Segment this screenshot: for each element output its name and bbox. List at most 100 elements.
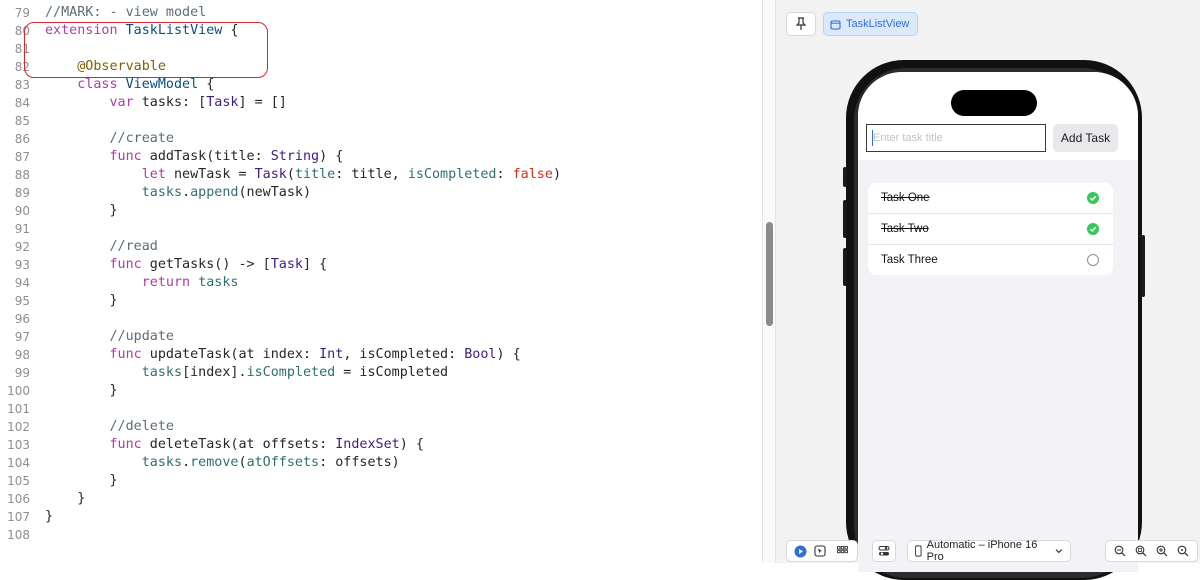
task-row[interactable]: Task Two — [868, 214, 1113, 245]
code-line[interactable]: 98 func updateTask(at index: Int, isComp… — [0, 346, 760, 364]
code-line[interactable]: 88 let newTask = Task(title: title, isCo… — [0, 166, 760, 184]
code-text: func deleteTask(at offsets: IndexSet) { — [45, 436, 424, 454]
task-row[interactable]: Task One — [868, 183, 1113, 214]
code-token: addTask(title: — [141, 149, 271, 164]
code-line[interactable]: 108 — [0, 526, 760, 544]
code-token: ViewModel — [125, 77, 199, 92]
zoom-actual-size-button[interactable] — [1174, 542, 1192, 560]
zoom-out-button[interactable] — [1111, 542, 1129, 560]
dynamic-island — [951, 90, 1037, 116]
code-line[interactable]: 83 class ViewModel { — [0, 76, 760, 94]
selectable-mode-button[interactable] — [811, 542, 829, 560]
line-number: 107 — [7, 510, 30, 524]
line-number: 97 — [14, 330, 30, 344]
code-line[interactable]: 79 //MARK: - view model — [0, 4, 760, 22]
code-line[interactable]: 100 } — [0, 382, 760, 400]
code-line[interactable]: 102 //delete — [0, 418, 760, 436]
line-number: 106 — [7, 492, 30, 506]
code-line[interactable]: 92 //read — [0, 238, 760, 256]
code-line[interactable]: 103 func deleteTask(at offsets: IndexSet… — [0, 436, 760, 454]
code-line[interactable]: 101 — [0, 400, 760, 418]
code-line[interactable]: 90 } — [0, 202, 760, 220]
task-title: Task Two — [881, 223, 929, 235]
code-line[interactable]: 94 return tasks — [0, 274, 760, 292]
code-line[interactable]: 91 — [0, 220, 760, 238]
code-text: } — [45, 202, 118, 220]
cursor-icon — [814, 545, 826, 557]
code-line[interactable]: 84 var tasks: [Task] = [] — [0, 94, 760, 112]
code-token: deleteTask(at offsets: — [141, 437, 336, 452]
code-token: isCompleted — [246, 365, 336, 380]
code-token: false — [512, 167, 553, 182]
code-line[interactable]: 104 tasks.remove(atOffsets: offsets) — [0, 454, 760, 472]
code-token: isCompleted — [407, 167, 497, 182]
line-number: 90 — [14, 204, 30, 218]
zoom-in-button[interactable] — [1153, 542, 1171, 560]
code-line[interactable]: 85 — [0, 112, 760, 130]
line-number: 93 — [14, 258, 30, 272]
code-token: } — [45, 203, 118, 218]
code-token: . — [182, 185, 191, 200]
code-line[interactable]: 96 — [0, 310, 760, 328]
checkmark-circle-icon[interactable] — [1087, 223, 1099, 235]
code-token: Bool — [464, 347, 497, 362]
code-line[interactable]: 106 } — [0, 490, 760, 508]
zoom-fit-button[interactable] — [1132, 542, 1150, 560]
code-token: //update — [109, 329, 175, 344]
line-number: 102 — [7, 420, 30, 434]
line-number: 94 — [14, 276, 30, 290]
code-token: //create — [109, 131, 175, 146]
code-line[interactable]: 89 tasks.append(newTask) — [0, 184, 760, 202]
zoom-controls — [1105, 540, 1198, 562]
empty-circle-icon[interactable] — [1087, 254, 1099, 266]
task-list: Task One Task Two Task Three — [868, 183, 1113, 275]
line-number: 89 — [14, 186, 30, 200]
code-line[interactable]: 86 //create — [0, 130, 760, 148]
code-editor[interactable]: 79//MARK: - view model 80 extension TaskLi… — [0, 0, 762, 563]
code-token: Task — [206, 95, 239, 110]
code-token: remove — [190, 455, 239, 470]
checkmark-circle-icon[interactable] — [1087, 192, 1099, 204]
variants-button[interactable] — [833, 542, 851, 560]
code-line[interactable]: 97 //update — [0, 328, 760, 346]
scrollbar-thumb[interactable] — [766, 222, 773, 326]
code-line[interactable]: 93 func getTasks() -> [Task] { — [0, 256, 760, 274]
code-text: func addTask(title: String) { — [45, 148, 344, 166]
canvas-settings-button[interactable] — [872, 540, 896, 562]
preview-canvas: TaskListView Enter task title Add Task T… — [776, 0, 1200, 580]
editor-scrollbar[interactable] — [762, 0, 776, 563]
code-line[interactable]: 87 func addTask(title: String) { — [0, 148, 760, 166]
add-task-button[interactable]: Add Task — [1053, 124, 1118, 152]
code-line[interactable]: 95 } — [0, 292, 760, 310]
preview-tab-tasklistview[interactable]: TaskListView — [823, 12, 919, 36]
line-number: 95 — [14, 294, 30, 308]
code-text: //update — [45, 328, 175, 346]
code-token: String — [270, 149, 320, 164]
line-number: 103 — [7, 438, 30, 452]
live-preview-button[interactable] — [791, 542, 809, 560]
code-line[interactable]: 99 tasks[index].isCompleted = isComplete… — [0, 364, 760, 382]
code-token: , isCompleted: — [343, 347, 465, 362]
pin-button[interactable] — [786, 12, 816, 36]
code-line[interactable]: 105 } — [0, 472, 760, 490]
code-token: append — [190, 185, 239, 200]
code-token: return — [141, 275, 191, 290]
zoom-actual-icon — [1178, 545, 1189, 557]
code-token: Int — [319, 347, 344, 362]
device-selector[interactable]: Automatic – iPhone 16 Pro — [907, 539, 1071, 563]
zoom-out-icon — [1114, 545, 1126, 557]
code-line[interactable]: 107} — [0, 508, 760, 526]
code-text: } — [45, 382, 117, 400]
task-title-input[interactable]: Enter task title — [866, 124, 1046, 152]
code-token: . — [182, 455, 191, 470]
code-token: //delete — [109, 419, 175, 434]
task-row[interactable]: Task Three — [868, 245, 1113, 275]
sliders-icon — [878, 546, 890, 556]
code-text: //read — [45, 238, 158, 256]
